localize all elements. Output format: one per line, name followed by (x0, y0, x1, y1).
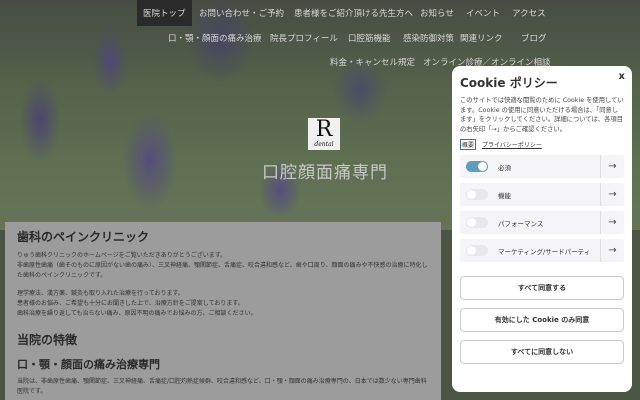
intro-line: 理学療法、漢方薬、鍼灸も取り入れた治療を行っております。 (17, 290, 184, 297)
category-label: 必須 (498, 163, 511, 172)
cookie-category-required: 必須 → (460, 155, 624, 178)
toggle-functional[interactable] (466, 189, 488, 200)
nav-treatment[interactable]: 口・顎・顔面の痛み治療 (168, 32, 262, 44)
nav-access[interactable]: アクセス (512, 7, 546, 19)
nav-top[interactable]: 医院トップ (137, 0, 192, 26)
nav-events[interactable]: イベント (466, 7, 500, 19)
nav-profile[interactable]: 院長プロフィール (270, 32, 338, 44)
section-heading: 歯科のペインクリニック (17, 230, 150, 244)
arrow-right-icon[interactable]: → (600, 183, 624, 206)
intro-line: 歯科治療を繰り返しても治らない痛み、原因不明の痛みでお悩みの方、ご相談ください。 (17, 310, 257, 317)
cookie-title: Cookie ポリシー (460, 76, 558, 90)
cookie-category-functional: 機能 → (460, 183, 624, 206)
nav-infection[interactable]: 感染防御対策 (403, 32, 454, 44)
close-icon[interactable]: x (619, 71, 625, 82)
arrow-right-icon[interactable]: → (600, 239, 624, 262)
logo-letter: R (315, 117, 333, 142)
nav-contact[interactable]: お問い合わせ・ご予約 (199, 7, 284, 19)
toggle-marketing[interactable] (466, 245, 488, 256)
clinic-logo: Rdental (308, 118, 340, 150)
features-text: 当院は、非歯原性歯痛、顎関節症、三叉神経痛、舌痛症/口腔灼熱症候群、咬合違和感な… (17, 378, 427, 395)
nav-blog[interactable]: ブログ (521, 32, 547, 44)
features-subheading: 口・顎・顔面の痛み治療専門 (17, 358, 160, 371)
toggle-performance[interactable] (466, 217, 488, 228)
hero-title: 口腔顔面痛専門 (262, 163, 388, 183)
cookie-category-marketing: マーケティング/サードパーティ → (460, 239, 624, 262)
nav-links[interactable]: 関連リンク (460, 32, 503, 44)
arrow-right-icon[interactable]: → (600, 155, 624, 178)
nav-fees[interactable]: 料金・キャンセル規定 (330, 56, 415, 68)
nav-referral[interactable]: 患者様をご紹介頂ける先生方へ (294, 7, 413, 19)
logo-sub: dental (314, 141, 334, 148)
intro-line: 非歯原性歯痛（歯そのものに原因がない歯の痛み）、三叉神経痛、顎関節症、舌痛症、咬… (17, 262, 428, 279)
intro-line: りゅう歯科クリニックのホームページをご覧いただきありがとうございます。 (17, 252, 227, 259)
cookie-category-performance: パフォーマンス → (460, 211, 624, 234)
reject-all-button[interactable]: すべてに同意しない (460, 340, 624, 364)
category-label: パフォーマンス (498, 219, 544, 228)
content-panel: 歯科のペインクリニック りゅう歯科クリニックのホームページをご覧いただきありがと… (5, 222, 441, 400)
overview-tab[interactable]: 概要 (460, 139, 477, 150)
cookie-description: このサイトでは快適な閲覧のために Cookie を使用しています。Cookie … (460, 97, 624, 133)
intro-line: 患者様のお悩み、ご希望も十分にお聞きした上で、治療方針をご提案しております。 (17, 300, 244, 307)
cookie-dialog: Cookie ポリシー x このサイトでは快適な閲覧のために Cookie を使… (452, 66, 632, 392)
category-label: マーケティング/サードパーティ (498, 247, 591, 256)
toggle-required[interactable] (466, 161, 488, 172)
accept-selected-button[interactable]: 有効にした Cookie のみ同意 (460, 308, 624, 332)
nav-oral-function[interactable]: 口腔筋機能 (348, 32, 391, 44)
accept-all-button[interactable]: すべて同意する (460, 276, 624, 300)
arrow-right-icon[interactable]: → (600, 211, 624, 234)
nav-news[interactable]: お知らせ (420, 7, 454, 19)
privacy-policy-link[interactable]: プライバシーポリシー (482, 140, 542, 149)
category-label: 機能 (498, 191, 511, 200)
features-heading: 当院の特徴 (17, 333, 78, 347)
